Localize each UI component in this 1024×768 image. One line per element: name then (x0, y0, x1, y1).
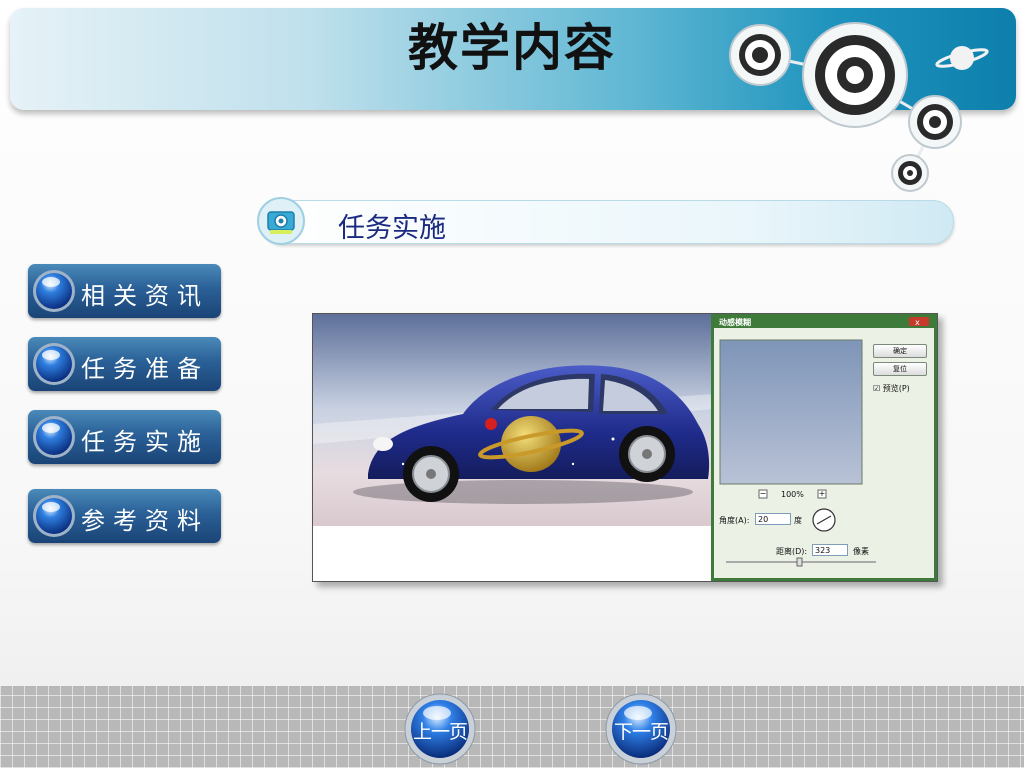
blue-orb-icon (33, 270, 75, 312)
ring-icon (729, 24, 791, 86)
angle-label: 角度(A): (719, 516, 750, 525)
next-page-label: 下一页 (613, 721, 669, 743)
previous-page-button[interactable]: 上一页 (404, 693, 476, 765)
menu-label: 相关资讯 (81, 282, 209, 310)
menu-label: 任务实施 (81, 428, 209, 456)
next-page-button[interactable]: 下一页 (605, 693, 677, 765)
ring-icon (802, 22, 908, 128)
distance-unit: 像素 (853, 547, 869, 556)
menu-button-task-preparation[interactable]: 任务准备 (28, 337, 221, 391)
blue-orb-icon (33, 416, 75, 458)
preview-checkbox[interactable]: ☑ 预览(P) (873, 383, 910, 394)
dialog-reset-button[interactable]: 复位 (873, 362, 927, 376)
target-rings-decoration (729, 22, 989, 192)
close-icon: x (915, 318, 920, 327)
zoom-out-button[interactable]: − (759, 489, 767, 498)
angle-input[interactable]: 20 (755, 513, 791, 525)
menu-label: 任务准备 (81, 355, 209, 383)
dialog-title: 动感模糊 (719, 318, 751, 327)
zoom-level: 100% (781, 490, 804, 499)
menu-button-reference-materials[interactable]: 参考资料 (28, 489, 221, 543)
motion-blur-screenshot-art: x (313, 314, 937, 581)
dialog-ok-button[interactable]: 确定 (873, 344, 927, 358)
ring-icon (891, 154, 929, 192)
checkbox-checked-icon: ☑ (873, 384, 881, 393)
software-screenshot: x 动感模糊 确定 复位 ☑ 预览(P) − 100% + 角度(A): 20 … (312, 313, 938, 582)
distance-label: 距离(D): (776, 547, 808, 556)
section-title: 任务实施 (338, 213, 446, 244)
menu-button-task-implementation[interactable]: 任务实施 (28, 410, 221, 464)
footer-grid (0, 686, 1024, 768)
previous-page-label: 上一页 (412, 721, 468, 743)
distance-input[interactable]: 323 (812, 544, 848, 556)
zoom-in-button[interactable]: + (818, 489, 826, 498)
ring-icon (908, 95, 962, 149)
planet-icon (935, 46, 989, 70)
angle-unit: 度 (794, 516, 802, 525)
menu-label: 参考资料 (81, 507, 209, 535)
blue-orb-icon (33, 343, 75, 385)
menu-button-related-info[interactable]: 相关资讯 (28, 264, 221, 318)
photo-icon (257, 197, 305, 245)
blue-orb-icon (33, 495, 75, 537)
